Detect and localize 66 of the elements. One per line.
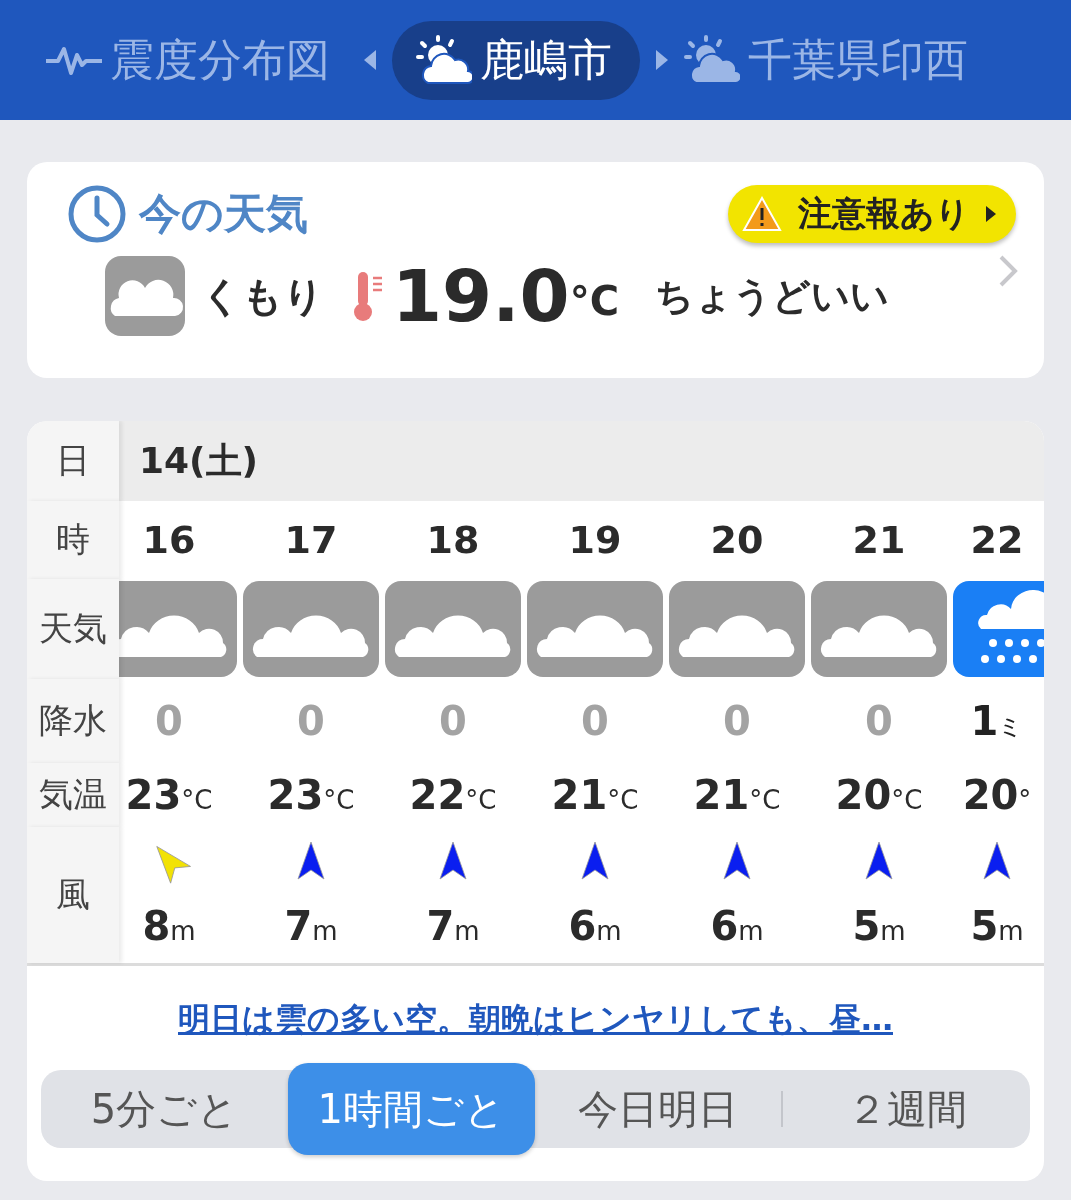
cloud-icon [105,256,185,336]
row-label: 降水 [27,679,119,763]
precipitation-value: 0 [297,698,325,744]
wind-speed: 5m [852,903,906,949]
wind-speed: 7m [284,903,338,949]
precipitation-value: 0 [155,698,183,744]
hour-label: 20 [710,518,764,562]
precipitation-value: 0 [865,698,893,744]
row-label: 天気 [27,579,119,679]
cloud-icon [243,581,379,677]
hour-label: 22 [970,518,1024,562]
location-tab[interactable]: 鹿嶋市 [392,20,640,100]
caret-right-icon [986,206,996,222]
range-tab[interactable]: ２週間 [783,1070,1030,1148]
wind-speed: 5m [970,903,1024,949]
row-label: 風 [27,827,119,963]
date-text: 14(土) [139,438,258,483]
feeling-text: ちょうどいい [655,272,889,320]
alert-badge[interactable]: 注意報あり [728,185,1016,243]
caret-right-icon[interactable] [656,50,668,70]
hour-label: 19 [568,518,622,562]
section-title: 今の天気 [139,188,308,240]
hour-label: 16 [142,518,196,562]
temperature-value: 20°C [835,772,923,818]
warning-icon [742,196,782,232]
current-weather-card[interactable]: 今の天気 注意報あり くもり 19.0°C ちょうどいい [27,162,1044,378]
row-label: 時 [27,501,119,579]
temperature-value: 21°C [693,772,781,818]
range-tab[interactable]: 1時間ごと [287,1063,535,1155]
temperature-value: 21°C [551,772,639,818]
range-tab[interactable]: 5分ごと [41,1070,288,1148]
temperature-value: 22°C [409,772,497,818]
cloud-icon [385,581,521,677]
temperature-value: 23°C [125,772,213,818]
hour-label: 21 [852,518,906,562]
precipitation-value: 0 [581,698,609,744]
wind-speed: 6m [568,903,622,949]
caret-left-icon[interactable] [364,50,376,70]
wind-speed: 8m [142,903,196,949]
wind-speed: 6m [710,903,764,949]
chevron-right-icon [998,254,1018,288]
hour-label: 18 [426,518,480,562]
range-tab[interactable]: 今日明日 [534,1070,782,1148]
row-label: 気温 [27,763,119,827]
cloud-icon [119,581,237,677]
forecast-summary-link[interactable]: 明日は雲の多い空。朝晩はヒンヤリしても、昼… [178,998,893,1042]
sun-cloud-icon [416,35,472,85]
cloud-icon [811,581,947,677]
precipitation-value: 0 [723,698,751,744]
temperature-value: 20° [962,772,1032,818]
cloud-icon [669,581,805,677]
precipitation-value: 0 [439,698,467,744]
hour-label: 17 [284,518,338,562]
wind-speed: 7m [426,903,480,949]
cloud-icon [527,581,663,677]
waveform-icon [46,45,102,75]
condition-text: くもり [201,271,324,321]
temperature-value: 23°C [267,772,355,818]
precipitation-value: 1 ミ [970,698,1024,744]
location-tab[interactable]: 震度分布図 [46,22,348,98]
row-label: 日 [27,421,119,501]
sun-cloud-icon [684,35,740,85]
temperature-unit: °C [569,278,619,324]
temperature-value: 19.0 [392,254,570,338]
clock-icon [67,184,127,244]
location-tab[interactable]: 千葉県印西 [684,22,986,98]
